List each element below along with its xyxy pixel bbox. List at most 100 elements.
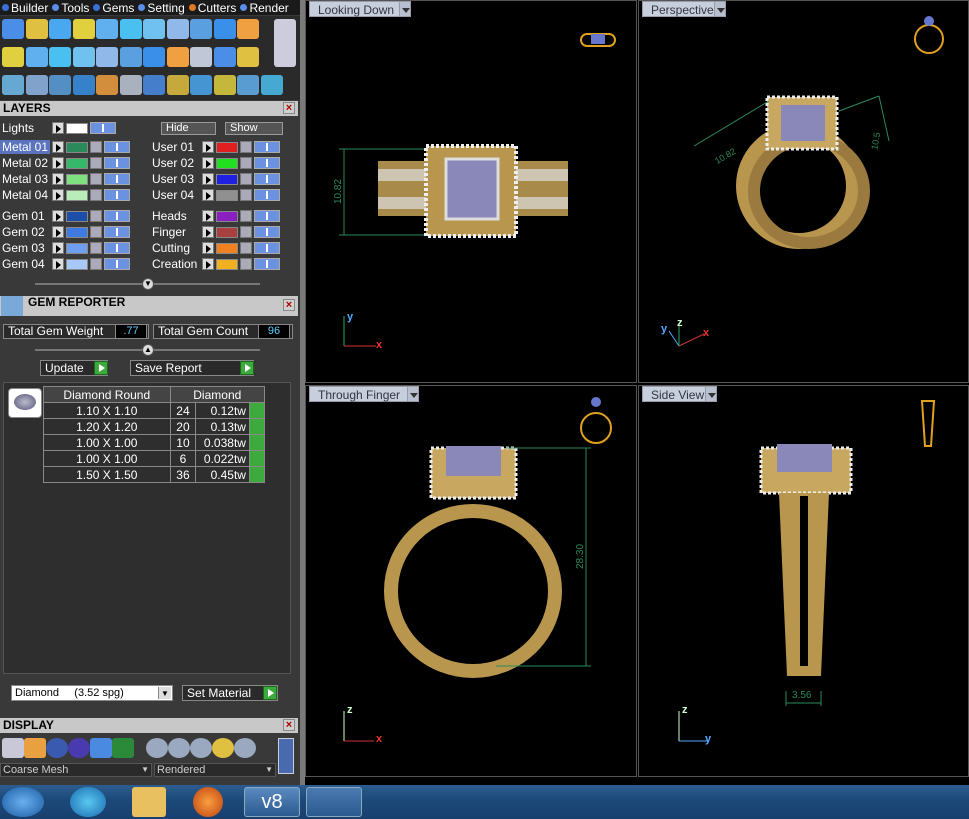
save-report-button[interactable]: Save Report — [130, 360, 254, 376]
lock-icon[interactable] — [240, 189, 252, 201]
file-explorer-icon[interactable] — [132, 787, 166, 817]
layer-row[interactable]: Gem 04 — [0, 257, 130, 271]
layer-color-swatch[interactable] — [216, 210, 238, 222]
play-icon[interactable] — [202, 258, 214, 270]
layer-name[interactable]: User 03 — [150, 172, 200, 186]
visibility-toggle[interactable] — [254, 226, 280, 238]
layer-row[interactable]: Finger — [150, 225, 280, 239]
layer-name[interactable]: User 04 — [150, 188, 200, 202]
tool-icon[interactable] — [49, 19, 71, 39]
play-icon[interactable] — [52, 242, 64, 254]
visibility-toggle[interactable] — [104, 226, 130, 238]
lock-icon[interactable] — [240, 258, 252, 270]
tool-icon[interactable] — [143, 47, 165, 67]
lock-icon[interactable] — [90, 258, 102, 270]
table-row[interactable]: 1.10 X 1.10 24 0.12tw — [43, 402, 266, 419]
play-icon[interactable] — [52, 189, 64, 201]
table-row[interactable]: 1.20 X 1.20 20 0.13tw — [43, 418, 266, 435]
layer-name[interactable]: Metal 01 — [0, 140, 50, 154]
visibility-toggle[interactable] — [104, 157, 130, 169]
layer-color-swatch[interactable] — [66, 258, 88, 270]
layer-color-swatch[interactable] — [66, 210, 88, 222]
tool-icon[interactable] — [190, 47, 212, 67]
lock-icon[interactable] — [240, 226, 252, 238]
layer-color-swatch[interactable] — [66, 189, 88, 201]
window-taskbar-button[interactable] — [306, 787, 362, 817]
tool-panel-icon[interactable] — [274, 19, 296, 67]
display-scroll-button[interactable] — [278, 738, 294, 774]
table-row[interactable]: 1.50 X 1.50 36 0.45tw — [43, 466, 266, 483]
save-report-play-icon[interactable] — [240, 361, 254, 375]
start-button-icon[interactable] — [2, 787, 44, 817]
tool-icon[interactable] — [72, 47, 95, 67]
lock-icon[interactable] — [90, 141, 102, 153]
layer-name[interactable]: Metal 02 — [0, 156, 50, 170]
visibility-toggle[interactable] — [104, 210, 130, 222]
play-icon[interactable] — [202, 189, 214, 201]
tool-icon[interactable] — [166, 75, 189, 95]
tool-icon[interactable] — [213, 47, 236, 67]
select-row-icon[interactable] — [248, 466, 266, 483]
lock-icon[interactable] — [90, 210, 102, 222]
lights-swatch[interactable] — [66, 122, 88, 134]
play-icon[interactable] — [52, 210, 64, 222]
tool-icon[interactable] — [96, 47, 118, 67]
layer-name[interactable]: User 01 — [150, 140, 200, 154]
visibility-toggle[interactable] — [104, 258, 130, 270]
tool-icon[interactable] — [119, 47, 142, 67]
show-button[interactable]: Show — [225, 122, 283, 135]
display-close-icon[interactable]: × — [283, 719, 295, 731]
select-row-icon[interactable] — [248, 434, 266, 451]
layer-name[interactable]: Heads — [150, 209, 200, 223]
layer-color-swatch[interactable] — [216, 157, 238, 169]
lock-icon[interactable] — [240, 173, 252, 185]
tool-icon[interactable] — [213, 75, 236, 95]
lock-icon[interactable] — [240, 242, 252, 254]
lock-icon[interactable] — [90, 242, 102, 254]
layer-row[interactable]: Creation — [150, 257, 280, 271]
tool-icon[interactable] — [143, 75, 165, 95]
layer-color-swatch[interactable] — [66, 157, 88, 169]
collapse-knob[interactable]: ▼ — [142, 278, 154, 290]
display-mode-icon[interactable] — [24, 738, 46, 758]
tool-icon[interactable] — [25, 47, 48, 67]
gem-reporter-close-icon[interactable]: × — [283, 299, 295, 311]
display-mode-icon[interactable] — [146, 738, 168, 758]
tool-icon[interactable] — [143, 19, 165, 39]
menu-item[interactable]: Gems — [93, 1, 134, 15]
tool-icon[interactable] — [2, 47, 24, 67]
material-select[interactable]: Diamond (3.52 spg) ▼ — [11, 685, 173, 701]
display-mode-icon[interactable] — [90, 738, 112, 758]
internet-explorer-icon[interactable] — [70, 787, 106, 817]
tool-icon[interactable] — [49, 75, 71, 95]
play-icon[interactable] — [202, 226, 214, 238]
display-mode-icon[interactable] — [68, 738, 90, 758]
layer-name[interactable]: Metal 03 — [0, 172, 50, 186]
layer-row[interactable]: Metal 04 — [0, 188, 130, 202]
layer-color-swatch[interactable] — [66, 242, 88, 254]
layer-name[interactable]: Cutting — [150, 241, 200, 255]
visibility-toggle[interactable] — [254, 258, 280, 270]
menu-item[interactable]: Setting — [138, 1, 185, 15]
tool-icon[interactable] — [190, 75, 212, 95]
select-row-icon[interactable] — [248, 418, 266, 435]
menu-item[interactable]: Render — [240, 1, 289, 15]
layer-row[interactable]: Metal 02 — [0, 156, 130, 170]
play-icon[interactable] — [202, 141, 214, 153]
tool-icon[interactable] — [2, 19, 24, 39]
layer-name[interactable]: Metal 04 — [0, 188, 50, 202]
layer-color-swatch[interactable] — [216, 258, 238, 270]
layer-row[interactable]: Gem 01 — [0, 209, 130, 223]
layer-name[interactable]: Gem 01 — [0, 209, 50, 223]
play-icon[interactable] — [202, 210, 214, 222]
display-mode-icon[interactable] — [46, 738, 68, 758]
layer-row[interactable]: Gem 02 — [0, 225, 130, 239]
visibility-toggle[interactable] — [104, 242, 130, 254]
lock-icon[interactable] — [240, 210, 252, 222]
table-row[interactable]: 1.00 X 1.00 6 0.022tw — [43, 450, 266, 467]
layer-color-swatch[interactable] — [216, 173, 238, 185]
tool-icon[interactable] — [260, 75, 283, 95]
display-mode-icon[interactable] — [190, 738, 212, 758]
lock-icon[interactable] — [90, 189, 102, 201]
select-row-icon[interactable] — [248, 402, 266, 419]
